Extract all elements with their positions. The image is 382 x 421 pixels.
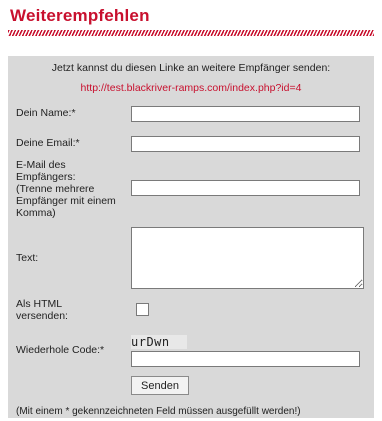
- email-label: Deine Email:*: [16, 137, 80, 149]
- send-button[interactable]: Senden: [131, 376, 189, 395]
- message-textarea[interactable]: [131, 227, 364, 289]
- recipient-label-line: E-Mail des: [16, 159, 66, 171]
- email-field[interactable]: [131, 136, 360, 152]
- required-note: (Mit einem * gekennzeichneten Feld müsse…: [16, 406, 301, 417]
- page-title: Weiterempfehlen: [10, 6, 150, 25]
- recipient-label-line: Empfängers:: [16, 171, 76, 183]
- recipient-label: E-Mail des Empfängers: (Trenne mehrere E…: [16, 159, 116, 219]
- recipient-label-line: (Trenne mehrere: [16, 183, 95, 195]
- decorative-rule: [8, 30, 374, 36]
- name-label: Dein Name:*: [16, 107, 76, 119]
- recipient-label-line: Empfänger mit einem: [16, 195, 116, 207]
- code-label: Wiederhole Code:*: [16, 344, 105, 356]
- name-field[interactable]: [131, 106, 360, 122]
- recipient-email-field[interactable]: [131, 180, 360, 196]
- html-checkbox[interactable]: [136, 303, 149, 316]
- captcha-field[interactable]: [131, 351, 360, 367]
- share-link[interactable]: http://test.blackriver-ramps.com/index.p…: [8, 82, 374, 94]
- recipient-label-line: Komma): [16, 207, 56, 219]
- text-label: Text:: [16, 252, 39, 264]
- html-label-line: Als HTML: [16, 298, 63, 310]
- html-label-line: versenden:: [16, 310, 68, 322]
- recommend-form-panel: Jetzt kannst du diesen Linke an weitere …: [8, 56, 374, 418]
- captcha-image: urDwn: [131, 335, 187, 349]
- intro-text: Jetzt kannst du diesen Linke an weitere …: [51, 62, 331, 74]
- html-label: Als HTML versenden:: [16, 298, 68, 322]
